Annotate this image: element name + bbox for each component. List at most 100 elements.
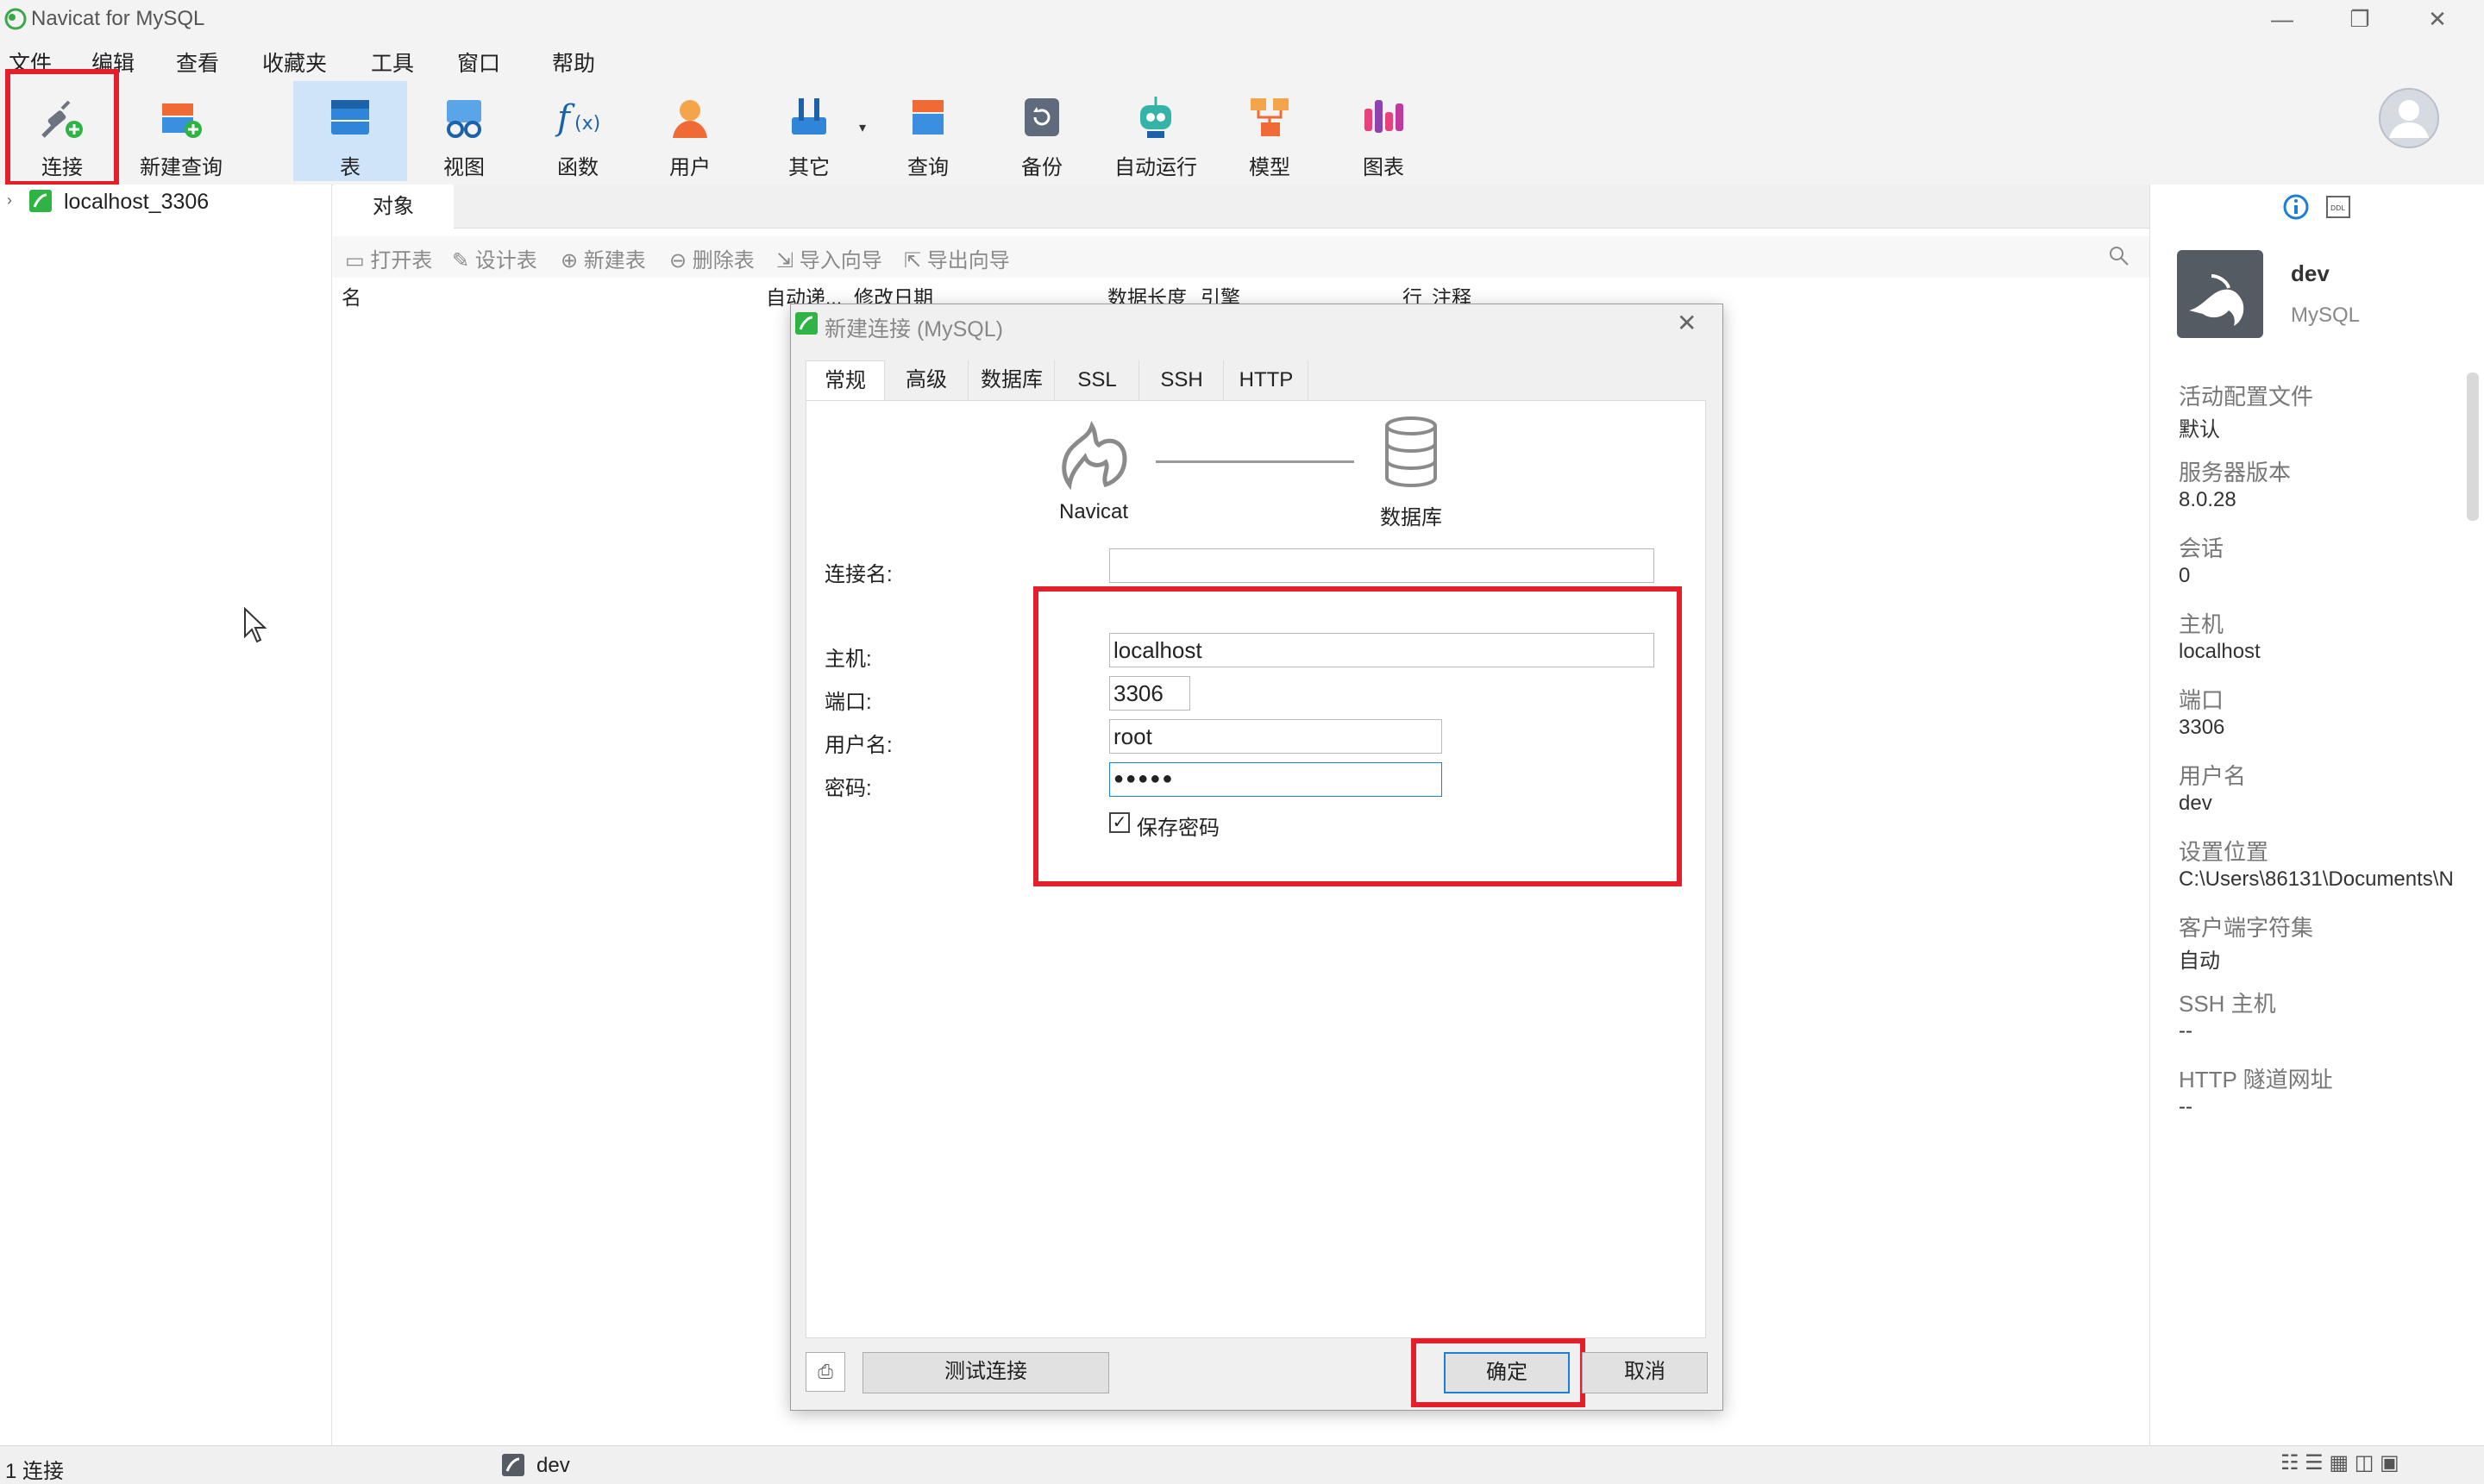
view-label: 视图	[443, 156, 485, 179]
svg-text:DDL: DDL	[2330, 204, 2345, 212]
info-key-port: 端口	[2179, 687, 2224, 713]
backup-label: 备份	[1021, 156, 1063, 179]
model-icon	[1251, 98, 1289, 136]
password-label: 密码:	[825, 777, 872, 800]
automation-button[interactable]: 自动运行	[1104, 81, 1208, 181]
ddl-icon[interactable]: DDL	[2325, 195, 2351, 219]
cancel-button[interactable]: 取消	[1582, 1352, 1708, 1393]
menu-help[interactable]: 帮助	[552, 47, 595, 78]
column-header-name[interactable]: 名	[342, 281, 361, 310]
user-button[interactable]: 用户	[638, 81, 742, 181]
info-val-server-version: 8.0.28	[2179, 488, 2236, 511]
username-input[interactable]	[1109, 719, 1442, 754]
model-button[interactable]: 模型	[1218, 81, 1321, 181]
table-label: 表	[340, 156, 361, 179]
tab-ssh[interactable]: SSH	[1140, 360, 1224, 400]
dialog-title: 新建连接 (MySQL)	[825, 317, 1003, 341]
table-button[interactable]: 表	[293, 81, 407, 181]
password-input[interactable]: ●●●●●	[1109, 762, 1442, 797]
tab-general[interactable]: 常规	[806, 360, 885, 401]
function-icon: f (x)	[555, 98, 600, 138]
export-wizard-label: 导出向导	[926, 249, 1010, 272]
chart-button[interactable]: 图表	[1332, 81, 1435, 181]
info-val-sessions: 0	[2179, 564, 2191, 587]
object-tabstrip	[333, 185, 2149, 229]
status-bar	[0, 1445, 2484, 1484]
other-label: 其它	[788, 156, 830, 179]
export-connection-icon[interactable]: ⎙	[806, 1352, 845, 1392]
mysql-dolphin-icon	[2177, 250, 2263, 338]
view-mode-icons[interactable]: ☷ ☰ ▦ ◫ ▣	[2280, 1450, 2399, 1475]
save-password-checkbox[interactable]: ✓	[1109, 812, 1130, 833]
info-type: MySQL	[2291, 304, 2361, 327]
open-table-button[interactable]: ▭ 打开表	[345, 243, 432, 273]
function-button[interactable]: f (x) 函数	[526, 81, 630, 181]
import-wizard-button[interactable]: ⇲ 导入向导	[776, 243, 882, 273]
menu-favorites[interactable]: 收藏夹	[262, 47, 327, 78]
dialog-connection-icon	[795, 312, 818, 335]
new-query-icon	[162, 103, 202, 138]
test-connection-button[interactable]: 测试连接	[862, 1352, 1109, 1393]
info-val-profile: 默认	[2179, 418, 2220, 441]
database-label: 数据库	[1380, 506, 1442, 529]
view-button[interactable]: 视图	[412, 81, 516, 181]
svg-text:f: f	[555, 98, 575, 138]
tree-item-localhost[interactable]: localhost_3306	[64, 190, 209, 215]
tab-advanced[interactable]: 高级	[885, 360, 969, 400]
backup-icon	[1025, 98, 1059, 136]
host-input[interactable]	[1109, 633, 1654, 667]
new-query-button[interactable]: 新建查询	[129, 81, 233, 181]
info-icon[interactable]	[2282, 193, 2310, 221]
tab-objects[interactable]: 对象	[333, 185, 454, 229]
design-table-button[interactable]: ✎ 设计表	[452, 243, 537, 273]
menu-view[interactable]: 查看	[176, 47, 219, 78]
port-input[interactable]	[1109, 676, 1190, 711]
title-bar	[0, 0, 2484, 38]
navicat-logo-icon	[4, 8, 27, 30]
info-key-charset: 客户端字符集	[2179, 915, 2314, 941]
minimize-button[interactable]: —	[2256, 3, 2308, 34]
delete-table-button[interactable]: ⊖ 删除表	[669, 243, 755, 273]
dialog-close-icon[interactable]: ✕	[1677, 309, 1697, 337]
new-table-button[interactable]: ⊕ 新建表	[561, 243, 646, 273]
model-label: 模型	[1249, 156, 1290, 179]
menu-tools[interactable]: 工具	[371, 47, 414, 78]
tab-ssl[interactable]: SSL	[1056, 360, 1139, 400]
info-key-server-version: 服务器版本	[2179, 460, 2292, 485]
expand-chevron-icon[interactable]: ›	[7, 191, 12, 210]
tab-database[interactable]: 数据库	[969, 360, 1055, 400]
database-icon	[1385, 416, 1437, 488]
search-icon[interactable]	[2108, 245, 2130, 267]
function-label: 函数	[557, 156, 599, 179]
other-dropdown-icon[interactable]: ▾	[859, 119, 866, 136]
info-key-profile: 活动配置文件	[2179, 384, 2314, 410]
conn-name-label: 连接名:	[825, 563, 893, 586]
tab-http[interactable]: HTTP	[1225, 360, 1308, 400]
ok-button[interactable]: 确定	[1444, 1352, 1570, 1393]
user-icon	[673, 100, 707, 138]
restore-button[interactable]: ❐	[2334, 3, 2386, 34]
account-avatar-icon[interactable]	[2377, 86, 2441, 150]
export-wizard-button[interactable]: ⇱ 导出向导	[904, 243, 1010, 273]
info-val-ssh-host: --	[2179, 1019, 2192, 1043]
chart-icon	[1364, 100, 1403, 133]
navicat-label: Navicat	[1059, 500, 1129, 523]
info-key-username: 用户名	[2179, 763, 2247, 789]
view-icon	[447, 100, 481, 138]
automation-label: 自动运行	[1114, 156, 1197, 179]
conn-name-input[interactable]	[1109, 548, 1654, 583]
svg-text:(x): (x)	[574, 113, 600, 135]
table-icon	[331, 100, 369, 135]
info-val-host: localhost	[2179, 640, 2261, 663]
connector-line	[1156, 460, 1354, 463]
query-button[interactable]: 查询	[876, 81, 980, 181]
close-window-button[interactable]: ✕	[2412, 3, 2463, 34]
info-val-http-tunnel: --	[2179, 1095, 2192, 1118]
other-button[interactable]: 其它	[757, 81, 861, 181]
user-label: 用户	[669, 156, 711, 179]
username-label: 用户名:	[825, 734, 893, 757]
menu-window[interactable]: 窗口	[457, 47, 500, 78]
chart-label: 图表	[1363, 156, 1404, 179]
backup-button[interactable]: 备份	[990, 81, 1094, 181]
info-scrollbar[interactable]	[2467, 373, 2479, 521]
